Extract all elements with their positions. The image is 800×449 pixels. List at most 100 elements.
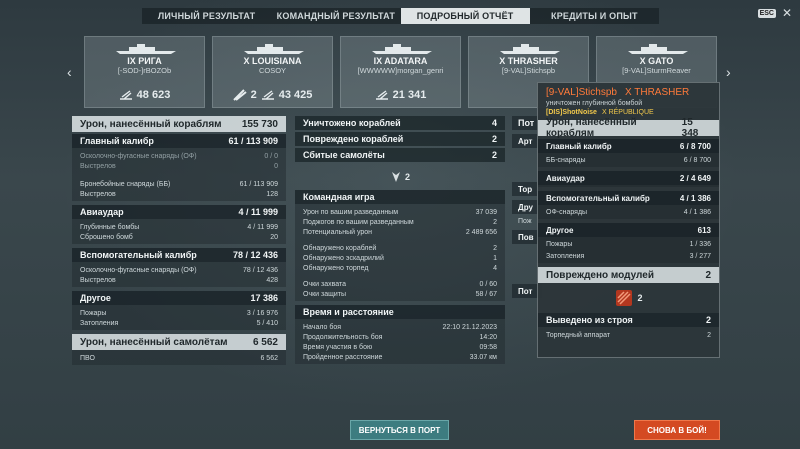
group-value: 6 562 <box>252 336 278 348</box>
popup-group-value: 6 / 8 700 <box>679 141 711 151</box>
prev-ship-arrow-icon[interactable]: ‹ <box>67 64 72 80</box>
stat-value: 14:20 <box>479 333 497 341</box>
stat-label: Обнаружено эскадрилий <box>303 254 384 262</box>
plane-icon <box>391 172 400 182</box>
popup-row-value: 4 / 1 386 <box>683 208 711 216</box>
row-label: Осколочно-фугасные снаряды (ОФ) <box>80 152 197 160</box>
ship-damage-total: 155 730 <box>241 118 278 130</box>
row-value: 0 <box>274 162 278 170</box>
summary-row: Сбитые самолёты 2 <box>295 148 505 162</box>
stat-label: Урон по вашим разведанным <box>303 208 399 216</box>
popup-title: [9-VAL]Stichspb X THRASHER <box>538 83 719 98</box>
player-name: COSOY <box>258 66 287 75</box>
stat-value: 2 <box>493 218 497 226</box>
modules-header: Повреждено модулей 2 <box>538 267 719 283</box>
close-icon[interactable]: ✕ <box>782 6 792 20</box>
player-name: [WWWWW]morgan_genri <box>357 66 444 75</box>
kills-count: 2 <box>250 89 257 101</box>
stat-row: Продолжительность боя 14:20 <box>295 332 505 342</box>
popup-damage-group: Авиаудар 2 / 4 649 <box>538 171 719 187</box>
tab-detailed-report[interactable]: ПОДРОБНЫЙ ОТЧЁТ <box>400 8 530 24</box>
ship-card[interactable]: X LOUISIANA COSOY 2 43 425 <box>212 36 333 108</box>
summary-value: 4 <box>491 118 497 128</box>
damage-icon <box>261 89 275 101</box>
row-value: 61 / 113 909 <box>239 180 278 188</box>
next-ship-arrow-icon[interactable]: › <box>726 64 731 80</box>
team-play-block: Командная игра Урон по вашим разведанным… <box>295 190 505 301</box>
damage-value: 43 425 <box>278 89 313 101</box>
group-value: 4 / 11 999 <box>238 207 278 217</box>
ship-card[interactable]: IX РИГА [-SOD-]rBOZOb 48 623 <box>84 36 205 108</box>
damage-row: Глубинные бомбы 4 / 11 999 <box>72 222 286 232</box>
summary-label: Сбитые самолёты <box>303 150 385 160</box>
battle-again-button[interactable]: СНОВА В БОЙ! <box>634 420 720 440</box>
killer-name: [DIS]ShotNoise <box>546 109 597 116</box>
ship-card[interactable]: IX ADATARA [WWWWW]morgan_genri 21 341 <box>340 36 461 108</box>
popup-row: ББ-снаряды 6 / 8 700 <box>538 155 719 165</box>
damage-group-sec: Вспомогательный калибр 78 / 12 436 Осколоч… <box>72 248 286 287</box>
row-value: 3 / 16 976 <box>246 309 278 317</box>
popup-damage-total: 15 348 <box>681 117 699 139</box>
ship-card-stats: 21 341 <box>341 89 460 101</box>
tab-personal-result[interactable]: ЛИЧНЫЙ РЕЗУЛЬТАТ <box>142 8 271 24</box>
popup-group-value: 2 / 4 649 <box>679 173 711 183</box>
popup-player: [9-VAL]Stichspb <box>546 87 617 98</box>
stat-label: Поджогов по вашим разведанным <box>303 218 414 226</box>
stat-label: Потенциальный урон <box>303 228 373 236</box>
row-label: Выстрелов <box>80 190 116 198</box>
damage-group-header: Главный калибр 61 / 113 909 <box>72 134 286 148</box>
stat-value: 22:10 21.12.2023 <box>442 323 498 331</box>
damage-group-air: Авиаудар 4 / 11 999 Глубинные бомбы 4 / 11 … <box>72 205 286 244</box>
stat-row: Потенциальный урон 2 489 656 <box>295 227 505 237</box>
stat-value: 2 489 656 <box>465 228 497 236</box>
stat-row: Начало боя 22:10 21.12.2023 <box>295 322 505 332</box>
row-value: 4 / 11 999 <box>247 223 278 231</box>
ship-name: X GATO <box>639 56 674 66</box>
popup-group-header: Другое 613 <box>538 223 719 237</box>
module-icon-count: 2 <box>637 293 643 303</box>
summary-label: Уничтожено кораблей <box>303 118 401 128</box>
stat-value: 33.07 км <box>469 353 497 361</box>
row-label: Выстрелов <box>80 162 116 170</box>
stat-row: Обнаружено кораблей 2 <box>295 243 505 253</box>
row-value: 0 / 0 <box>264 152 278 160</box>
damage-group-header: Авиаудар 4 / 11 999 <box>72 205 286 219</box>
damage-group-header: Другое 17 386 <box>72 291 286 305</box>
player-name: [-SOD-]rBOZOb <box>117 66 172 75</box>
popup-row-value: 1 / 336 <box>689 240 711 248</box>
module-damage-icons: 2 <box>538 283 719 313</box>
row-label: Бронебойные снаряды (ББ) <box>80 180 171 188</box>
stat-value: 2 <box>493 244 497 252</box>
group-value: 78 / 12 436 <box>232 250 278 260</box>
popup-damage-group: Главный калибр 6 / 8 700 ББ-снаряды 6 / 8 7… <box>538 139 719 167</box>
torpedo-tube-icon <box>616 290 633 306</box>
group-value: 61 / 113 909 <box>228 136 278 146</box>
damage-panel: Урон, нанесённый кораблям 155 730 Главны… <box>72 116 286 369</box>
player-detail-popup: [9-VAL]Stichspb X THRASHER уничтожен глу… <box>537 82 720 358</box>
kills-icon <box>232 89 247 101</box>
stat-label: Обнаружено торпед <box>303 264 369 272</box>
damage-row: Сброшено бомб 20 <box>72 232 286 242</box>
tab-credits-xp[interactable]: КРЕДИТЫ И ОПЫТ <box>530 8 659 24</box>
popup-damage-label: Урон, нанесённый кораблям <box>546 117 637 139</box>
popup-row: Затопления 3 / 277 <box>538 251 719 261</box>
ship-name: X THRASHER <box>499 56 558 66</box>
stat-label: Продолжительность боя <box>303 333 383 341</box>
tab-team-result[interactable]: КОМАНДНЫЙ РЕЗУЛЬТАТ <box>271 8 400 24</box>
stat-value: 4 <box>493 264 497 272</box>
popup-group-label: Другое <box>546 225 574 235</box>
group-label: Авиаудар <box>80 207 124 217</box>
popup-row-label: Пожары <box>546 240 573 248</box>
stat-value: 37 039 <box>475 208 497 216</box>
stat-value: 0 / 60 <box>479 280 497 288</box>
popup-group-label: Главный калибр <box>546 141 612 151</box>
group-value: 17 386 <box>250 293 278 303</box>
time-distance-block: Время и расстояние Начало боя 22:10 21.12… <box>295 305 505 364</box>
popup-group-header: Главный калибр 6 / 8 700 <box>538 139 719 153</box>
damage-value: 48 623 <box>136 89 171 101</box>
row-label: Выстрелов <box>80 276 116 284</box>
row-label: Глубинные бомбы <box>80 223 140 231</box>
return-to-port-button[interactable]: ВЕРНУТЬСЯ В ПОРТ <box>350 420 449 440</box>
summary-value: 2 <box>491 134 497 144</box>
stat-row: Обнаружено эскадрилий 1 <box>295 253 505 263</box>
